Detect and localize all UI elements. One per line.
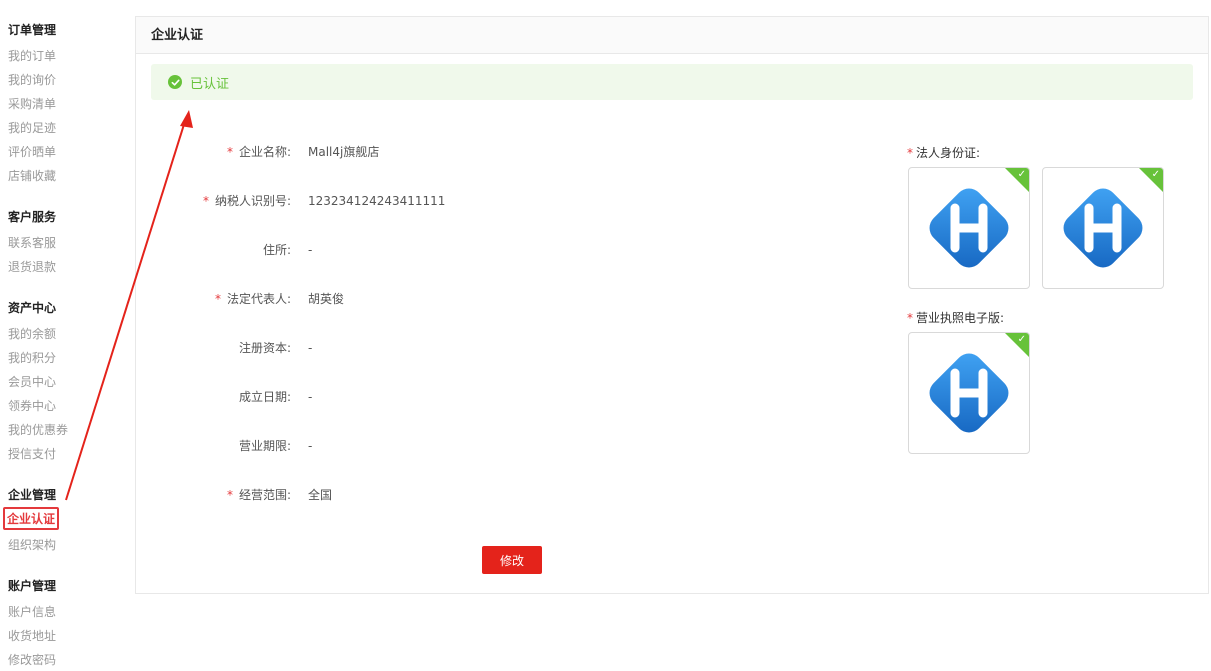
sidebar-item-my-orders[interactable]: 我的订单	[8, 47, 56, 64]
company-logo-icon	[929, 353, 1009, 433]
field-label: 经营范围:	[238, 488, 291, 502]
sidebar-item-credit-pay[interactable]: 授信支付	[8, 445, 56, 462]
field-value: 123234124243411111	[308, 194, 446, 208]
field-address: 住所: -	[136, 240, 836, 260]
field-tax-id: * 纳税人识别号: 123234124243411111	[136, 191, 836, 211]
field-registered-capital: 注册资本: -	[136, 338, 836, 358]
field-label: 企业名称:	[238, 145, 291, 159]
sidebar-item-balance[interactable]: 我的余额	[8, 325, 56, 342]
check-icon: ✓	[1017, 334, 1026, 345]
panel-title: 企业认证	[136, 17, 1208, 54]
sidebar-item-points[interactable]: 我的积分	[8, 349, 56, 366]
check-icon: ✓	[1017, 169, 1026, 180]
sidebar-group-title-service: 客户服务	[8, 210, 57, 224]
sidebar-item-footprints[interactable]: 我的足迹	[8, 119, 56, 136]
sidebar-item-refunds[interactable]: 退货退款	[8, 258, 56, 275]
check-icon: ✓	[1151, 169, 1160, 180]
field-label: 注册资本:	[238, 341, 291, 355]
sidebar-item-enterprise-cert[interactable]: 企业认证	[3, 507, 60, 530]
sidebar-item-addresses[interactable]: 收货地址	[8, 627, 56, 644]
sidebar-item-membership[interactable]: 会员中心	[8, 373, 56, 390]
required-mark: *	[907, 311, 913, 325]
field-value: 全国	[308, 488, 333, 502]
field-label: 成立日期:	[238, 390, 291, 404]
sidebar-item-org-structure[interactable]: 组织架构	[8, 536, 56, 553]
field-company-name: * 企业名称: Mall4j旗舰店	[136, 142, 836, 162]
company-logo-icon	[1063, 188, 1143, 268]
status-text: 已认证	[190, 76, 230, 92]
edit-button[interactable]: 修改	[482, 546, 542, 574]
required-mark: *	[226, 145, 233, 159]
required-mark: *	[907, 146, 913, 160]
field-value: -	[308, 341, 313, 355]
field-founding-date: 成立日期: -	[136, 387, 836, 407]
sidebar-group-title-orders: 订单管理	[8, 23, 57, 37]
sidebar-group-title-account: 账户管理	[8, 579, 57, 593]
sidebar-item-contact-service[interactable]: 联系客服	[8, 234, 56, 251]
sidebar-item-my-inquiries[interactable]: 我的询价	[8, 71, 56, 88]
field-label: 纳税人识别号:	[214, 194, 291, 208]
sidebar-group-title-assets: 资产中心	[8, 301, 57, 315]
id-card-label: * 法人身份证:	[907, 146, 981, 160]
check-circle-icon	[168, 75, 182, 89]
sidebar-item-my-coupons[interactable]: 我的优惠券	[8, 421, 68, 438]
sidebar-group-title-enterprise: 企业管理	[8, 488, 57, 502]
required-mark: *	[214, 292, 221, 306]
sidebar-item-change-password[interactable]: 修改密码	[8, 651, 56, 668]
field-value: -	[308, 243, 313, 257]
field-label: 住所:	[262, 243, 291, 257]
status-banner: 已认证	[151, 64, 1193, 100]
field-value: -	[308, 390, 313, 404]
field-value: Mall4j旗舰店	[308, 145, 380, 159]
sidebar-item-coupon-center[interactable]: 领券中心	[8, 397, 56, 414]
field-label: 营业期限:	[238, 439, 291, 453]
sidebar-item-store-favorites[interactable]: 店铺收藏	[8, 167, 56, 184]
sidebar-item-purchase-list[interactable]: 采购清单	[8, 95, 56, 112]
sidebar-item-account-info[interactable]: 账户信息	[8, 603, 56, 620]
sidebar-item-reviews[interactable]: 评价晒单	[8, 143, 56, 160]
field-legal-rep: * 法定代表人: 胡英俊	[136, 289, 836, 309]
company-logo-icon	[929, 188, 1009, 268]
required-mark: *	[202, 194, 209, 208]
license-label: * 营业执照电子版:	[907, 311, 1005, 325]
id-card-back-image[interactable]: ✓	[1042, 167, 1164, 289]
field-label: 法定代表人:	[226, 292, 291, 306]
enterprise-cert-panel: 企业认证 已认证 * 企业名称: Mall4j旗舰店 * 纳税人识别号: 12323…	[135, 16, 1209, 594]
field-value: 胡英俊	[308, 292, 345, 306]
field-value: -	[308, 439, 313, 453]
business-license-image[interactable]: ✓	[908, 332, 1030, 454]
field-business-scope: * 经营范围: 全国	[136, 485, 836, 505]
field-business-term: 营业期限: -	[136, 436, 836, 456]
id-card-front-image[interactable]: ✓	[908, 167, 1030, 289]
required-mark: *	[226, 488, 233, 502]
